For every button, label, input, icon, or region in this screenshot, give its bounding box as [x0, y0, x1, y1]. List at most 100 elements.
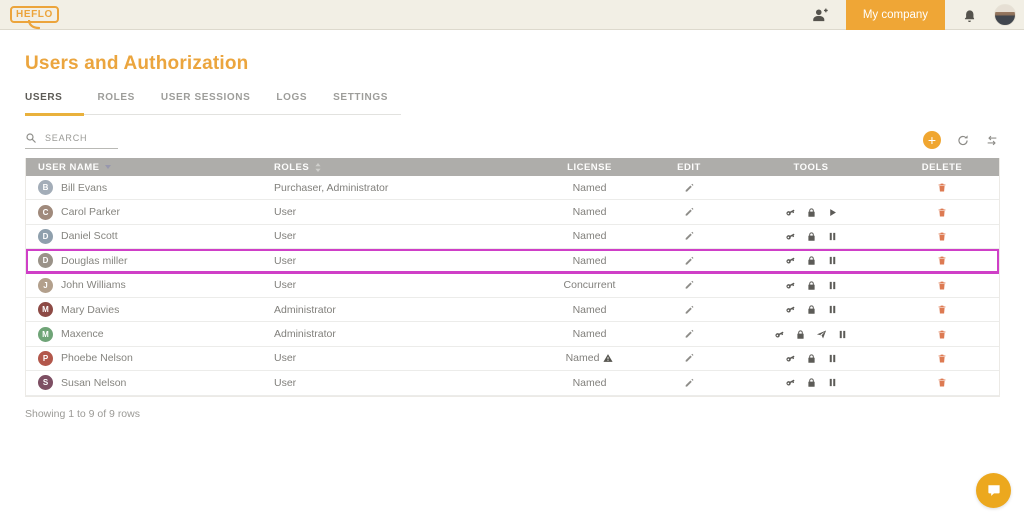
lock-icon[interactable]	[806, 304, 817, 315]
edit-icon[interactable]	[684, 207, 694, 217]
header-delete: DELETE	[885, 162, 999, 173]
pause-icon[interactable]	[827, 255, 838, 266]
license-label: Named	[573, 206, 607, 218]
edit-icon[interactable]	[684, 231, 694, 241]
tab-user-sessions[interactable]: USER SESSIONS	[148, 87, 264, 114]
table-row[interactable]: SSusan NelsonUserNamed	[26, 371, 999, 395]
pause-icon[interactable]	[827, 353, 838, 364]
toggle-columns-button[interactable]	[985, 134, 999, 147]
play-icon[interactable]	[827, 207, 838, 218]
key-icon[interactable]	[774, 329, 785, 340]
edit-icon[interactable]	[684, 256, 694, 266]
tab-roles[interactable]: ROLES	[84, 87, 147, 114]
user-roles-cell: Administrator	[274, 328, 538, 340]
delete-icon[interactable]	[937, 329, 947, 340]
delete-icon[interactable]	[937, 255, 947, 266]
delete-cell	[885, 329, 999, 340]
license-label: Concurrent	[564, 279, 616, 291]
delete-cell	[885, 207, 999, 218]
table-row[interactable]: DDaniel ScottUserNamed	[26, 225, 999, 249]
tab-settings[interactable]: SETTINGS	[320, 87, 401, 114]
notifications-button[interactable]	[951, 8, 988, 22]
user-name-cell: MMaxence	[26, 327, 274, 342]
table-row[interactable]: PPhoebe NelsonUserNamed	[26, 347, 999, 371]
edit-icon[interactable]	[684, 280, 694, 290]
edit-icon[interactable]	[684, 183, 694, 193]
key-icon[interactable]	[785, 353, 796, 364]
user-name-label: Susan Nelson	[61, 377, 126, 389]
heflo-logo[interactable]: HEFLO	[10, 6, 59, 23]
table-row[interactable]: MMaxenceAdministratorNamed	[26, 322, 999, 346]
table-row[interactable]: JJohn WilliamsUserConcurrent	[26, 274, 999, 298]
edit-cell	[641, 305, 737, 315]
pause-icon[interactable]	[837, 329, 848, 340]
edit-cell	[641, 378, 737, 388]
table-row[interactable]: DDouglas millerUserNamed	[26, 249, 999, 273]
edit-icon[interactable]	[684, 378, 694, 388]
lock-icon[interactable]	[806, 353, 817, 364]
lock-icon[interactable]	[806, 280, 817, 291]
add-user-button[interactable]: +	[923, 131, 941, 149]
invite-user-button[interactable]	[800, 8, 840, 22]
edit-icon[interactable]	[684, 353, 694, 363]
my-company-button[interactable]: My company	[846, 0, 945, 30]
user-name-cell: DDaniel Scott	[26, 229, 274, 244]
lock-icon[interactable]	[806, 231, 817, 242]
header-roles-label: ROLES	[274, 162, 309, 173]
delete-icon[interactable]	[937, 182, 947, 193]
user-name-label: Carol Parker	[61, 206, 120, 218]
search-input[interactable]	[43, 132, 113, 144]
header-delete-label: DELETE	[922, 162, 962, 173]
table-header: USER NAME ROLES LICENSE EDIT TOOLS DELET…	[26, 158, 999, 176]
delete-icon[interactable]	[937, 353, 947, 364]
pause-icon[interactable]	[827, 231, 838, 242]
delete-icon[interactable]	[937, 377, 947, 388]
lock-icon[interactable]	[806, 377, 817, 388]
pause-icon[interactable]	[827, 377, 838, 388]
license-cell: Named	[538, 352, 641, 364]
delete-icon[interactable]	[937, 207, 947, 218]
user-name-cell: BBill Evans	[26, 180, 274, 195]
delete-icon[interactable]	[937, 280, 947, 291]
row-avatar: C	[38, 205, 53, 220]
delete-icon[interactable]	[937, 231, 947, 242]
header-license-label: LICENSE	[567, 162, 612, 173]
refresh-button[interactable]	[956, 134, 970, 147]
user-name-cell: PPhoebe Nelson	[26, 351, 274, 366]
license-label: Named	[573, 230, 607, 242]
pause-icon[interactable]	[827, 304, 838, 315]
pause-icon[interactable]	[827, 280, 838, 291]
key-icon[interactable]	[785, 207, 796, 218]
key-icon[interactable]	[785, 304, 796, 315]
user-avatar[interactable]	[994, 4, 1016, 26]
lock-icon[interactable]	[806, 255, 817, 266]
tab-logs[interactable]: LOGS	[263, 87, 320, 114]
edit-cell	[641, 329, 737, 339]
send-icon[interactable]	[816, 329, 827, 340]
lock-icon[interactable]	[795, 329, 806, 340]
row-avatar: S	[38, 375, 53, 390]
toggle-columns-icon	[985, 134, 999, 147]
user-roles-cell: User	[274, 206, 538, 218]
header-roles[interactable]: ROLES	[274, 162, 538, 173]
table-row[interactable]: C Carol Parker User Named	[26, 200, 999, 224]
key-icon[interactable]	[785, 280, 796, 291]
delete-icon[interactable]	[937, 304, 947, 315]
table-row[interactable]: BBill EvansPurchaser, AdministratorNamed	[26, 176, 999, 200]
delete-cell	[885, 304, 999, 315]
search-box[interactable]	[25, 132, 118, 149]
header-user-name[interactable]: USER NAME	[26, 162, 274, 173]
tab-users[interactable]: USERS	[25, 87, 84, 116]
lock-icon[interactable]	[806, 207, 817, 218]
chat-launcher-button[interactable]	[976, 473, 1011, 508]
key-icon[interactable]	[785, 231, 796, 242]
tools-cell	[737, 280, 885, 291]
table-row[interactable]: MMary DaviesAdministratorNamed	[26, 298, 999, 322]
key-icon[interactable]	[785, 377, 796, 388]
key-icon[interactable]	[785, 255, 796, 266]
edit-cell	[641, 231, 737, 241]
row-avatar: D	[38, 253, 53, 268]
tools-cell	[737, 304, 885, 315]
edit-icon[interactable]	[684, 305, 694, 315]
edit-icon[interactable]	[684, 329, 694, 339]
